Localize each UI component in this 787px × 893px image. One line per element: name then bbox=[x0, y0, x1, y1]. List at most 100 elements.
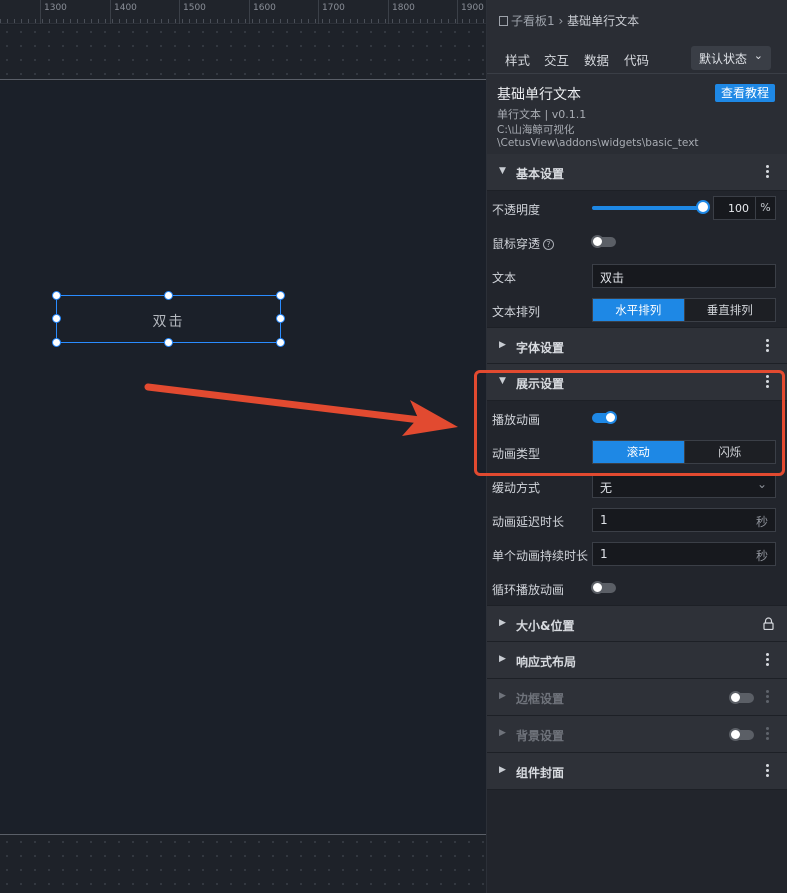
opacity-row: 不透明度 100 % bbox=[487, 191, 787, 225]
text-input[interactable]: 双击 bbox=[592, 264, 776, 288]
mouse-through-toggle[interactable] bbox=[591, 235, 616, 248]
section-responsive-layout[interactable]: ▶ 响应式布局 bbox=[487, 642, 787, 679]
section-title: 基本设置 bbox=[516, 167, 565, 181]
opacity-unit: % bbox=[755, 197, 775, 219]
text-arrange-segmented: 水平排列 垂直排列 bbox=[592, 298, 776, 322]
animation-type-row: 动画类型 滚动 闪烁 bbox=[487, 435, 787, 469]
chevron-down-icon: ⌄ bbox=[756, 477, 767, 491]
animation-delay-unit: 秒 bbox=[755, 515, 768, 529]
more-vertical-icon[interactable] bbox=[766, 653, 770, 667]
ruler-tick: 1300 bbox=[40, 0, 67, 24]
opacity-label: 不透明度 bbox=[492, 203, 541, 217]
annotation-arrow bbox=[144, 383, 458, 436]
panel-tabs: 样式 交互 数据 代码 默认状态 ⌄ bbox=[487, 38, 787, 80]
lock-icon[interactable] bbox=[763, 617, 774, 630]
more-vertical-icon[interactable] bbox=[766, 764, 770, 778]
tab-interaction[interactable]: 交互 bbox=[544, 50, 569, 69]
breadcrumb-current: 基础单行文本 bbox=[567, 14, 640, 28]
text-row: 文本 双击 bbox=[487, 259, 787, 293]
selected-text-widget[interactable]: 双击 bbox=[52, 291, 285, 347]
canvas-area[interactable]: 1300 1400 1500 1600 1700 1800 1900 双击 bbox=[0, 0, 486, 893]
section-title: 展示设置 bbox=[516, 377, 565, 391]
play-animation-label: 播放动画 bbox=[492, 413, 541, 427]
section-font-settings[interactable]: ▶ 字体设置 bbox=[487, 327, 787, 364]
mouse-through-text: 鼠标穿透 bbox=[492, 237, 541, 251]
caret-right-icon: ▶ bbox=[499, 340, 506, 350]
tab-style[interactable]: 样式 bbox=[505, 50, 531, 80]
play-animation-row: 播放动画 bbox=[487, 401, 787, 435]
section-title: 背景设置 bbox=[516, 729, 565, 743]
arrange-vertical-button[interactable]: 垂直排列 bbox=[683, 299, 775, 321]
ruler-tick: 1700 bbox=[318, 0, 345, 24]
animation-scroll-button[interactable]: 滚动 bbox=[593, 441, 684, 463]
animation-delay-row: 动画延迟时长 1 秒 bbox=[487, 503, 787, 537]
opacity-slider[interactable] bbox=[592, 206, 702, 210]
loop-animation-toggle[interactable] bbox=[591, 581, 616, 594]
resize-handle-bottom-right[interactable] bbox=[276, 338, 285, 347]
resize-handle-left[interactable] bbox=[52, 314, 61, 323]
resize-handle-top-right[interactable] bbox=[276, 291, 285, 300]
resize-handle-bottom[interactable] bbox=[164, 338, 173, 347]
more-vertical-icon[interactable] bbox=[766, 690, 770, 704]
animation-delay-input[interactable]: 1 秒 bbox=[592, 508, 776, 532]
mouse-through-row: 鼠标穿透? bbox=[487, 225, 787, 259]
widget-version: 单行文本 | v0.1.1 bbox=[497, 108, 587, 121]
opacity-value: 100 bbox=[728, 202, 749, 215]
animation-delay-label: 动画延迟时长 bbox=[492, 515, 565, 529]
section-display-settings[interactable]: ▼ 展示设置 bbox=[487, 364, 787, 401]
opacity-slider-handle[interactable] bbox=[696, 200, 710, 214]
tab-data[interactable]: 数据 bbox=[584, 50, 609, 69]
section-basic-settings[interactable]: ▼ 基本设置 bbox=[487, 154, 787, 191]
more-vertical-icon[interactable] bbox=[766, 165, 770, 179]
arrange-horizontal-button[interactable]: 水平排列 bbox=[593, 299, 684, 321]
animation-duration-input[interactable]: 1 秒 bbox=[592, 542, 776, 566]
section-widget-cover[interactable]: ▶ 组件封面 bbox=[487, 753, 787, 790]
mouse-through-label: 鼠标穿透? bbox=[492, 235, 555, 252]
play-animation-toggle[interactable] bbox=[592, 411, 617, 424]
more-vertical-icon[interactable] bbox=[766, 375, 770, 389]
section-title: 字体设置 bbox=[516, 341, 565, 355]
animation-duration-row: 单个动画持续时长 1 秒 bbox=[487, 537, 787, 571]
background-toggle[interactable] bbox=[729, 728, 754, 741]
more-vertical-icon[interactable] bbox=[766, 727, 770, 741]
animation-type-segmented: 滚动 闪烁 bbox=[592, 440, 776, 464]
section-background-settings[interactable]: ▶ 背景设置 bbox=[487, 716, 787, 753]
state-select[interactable]: 默认状态 ⌄ bbox=[691, 46, 771, 70]
text-arrange-row: 文本排列 水平排列 垂直排列 bbox=[487, 293, 787, 327]
loop-animation-row: 循环播放动画 bbox=[487, 571, 787, 605]
loop-animation-label: 循环播放动画 bbox=[492, 583, 565, 597]
resize-handle-right[interactable] bbox=[276, 314, 285, 323]
easing-row: 缓动方式 无 ⌄ bbox=[487, 469, 787, 503]
animation-blink-button[interactable]: 闪烁 bbox=[683, 441, 775, 463]
more-vertical-icon[interactable] bbox=[766, 339, 770, 353]
widget-path: C:\山海鲸可视化 \CetusView\addons\widgets\basi… bbox=[497, 124, 777, 150]
dashboard-stage[interactable] bbox=[0, 81, 486, 833]
easing-select[interactable]: 无 ⌄ bbox=[592, 474, 776, 498]
breadcrumb-parent[interactable]: 子看板1 bbox=[511, 14, 555, 28]
section-border-settings[interactable]: ▶ 边框设置 bbox=[487, 679, 787, 716]
breadcrumb: 子看板1 › 基础单行文本 bbox=[487, 0, 787, 38]
view-tutorial-button[interactable]: 查看教程 bbox=[714, 84, 775, 102]
section-title: 边框设置 bbox=[516, 692, 565, 706]
easing-select-value: 无 bbox=[600, 481, 613, 495]
text-input-value: 双击 bbox=[600, 271, 625, 285]
canvas-background-grid bbox=[0, 25, 486, 80]
resize-handle-top[interactable] bbox=[164, 291, 173, 300]
ruler-tick: 1900 bbox=[457, 0, 484, 24]
caret-down-icon: ▼ bbox=[499, 376, 506, 386]
canvas-background-grid bbox=[0, 834, 486, 893]
section-size-position[interactable]: ▶ 大小&位置 bbox=[487, 605, 787, 642]
properties-panel: 子看板1 › 基础单行文本 样式 交互 数据 代码 默认状态 ⌄ 基础单行文本 … bbox=[486, 0, 787, 893]
section-title: 大小&位置 bbox=[516, 619, 575, 633]
horizontal-ruler: 1300 1400 1500 1600 1700 1800 1900 bbox=[0, 0, 486, 24]
tab-code[interactable]: 代码 bbox=[624, 50, 649, 69]
easing-label: 缓动方式 bbox=[492, 481, 541, 495]
caret-down-icon: ▼ bbox=[499, 166, 506, 176]
border-toggle[interactable] bbox=[729, 691, 754, 704]
opacity-input[interactable]: 100 % bbox=[713, 196, 776, 220]
ruler-tick: 1600 bbox=[249, 0, 276, 24]
help-icon[interactable]: ? bbox=[543, 239, 555, 250]
resize-handle-bottom-left[interactable] bbox=[52, 338, 61, 347]
widget-path-line: C:\山海鲸可视化 bbox=[497, 124, 575, 136]
resize-handle-top-left[interactable] bbox=[52, 291, 61, 300]
